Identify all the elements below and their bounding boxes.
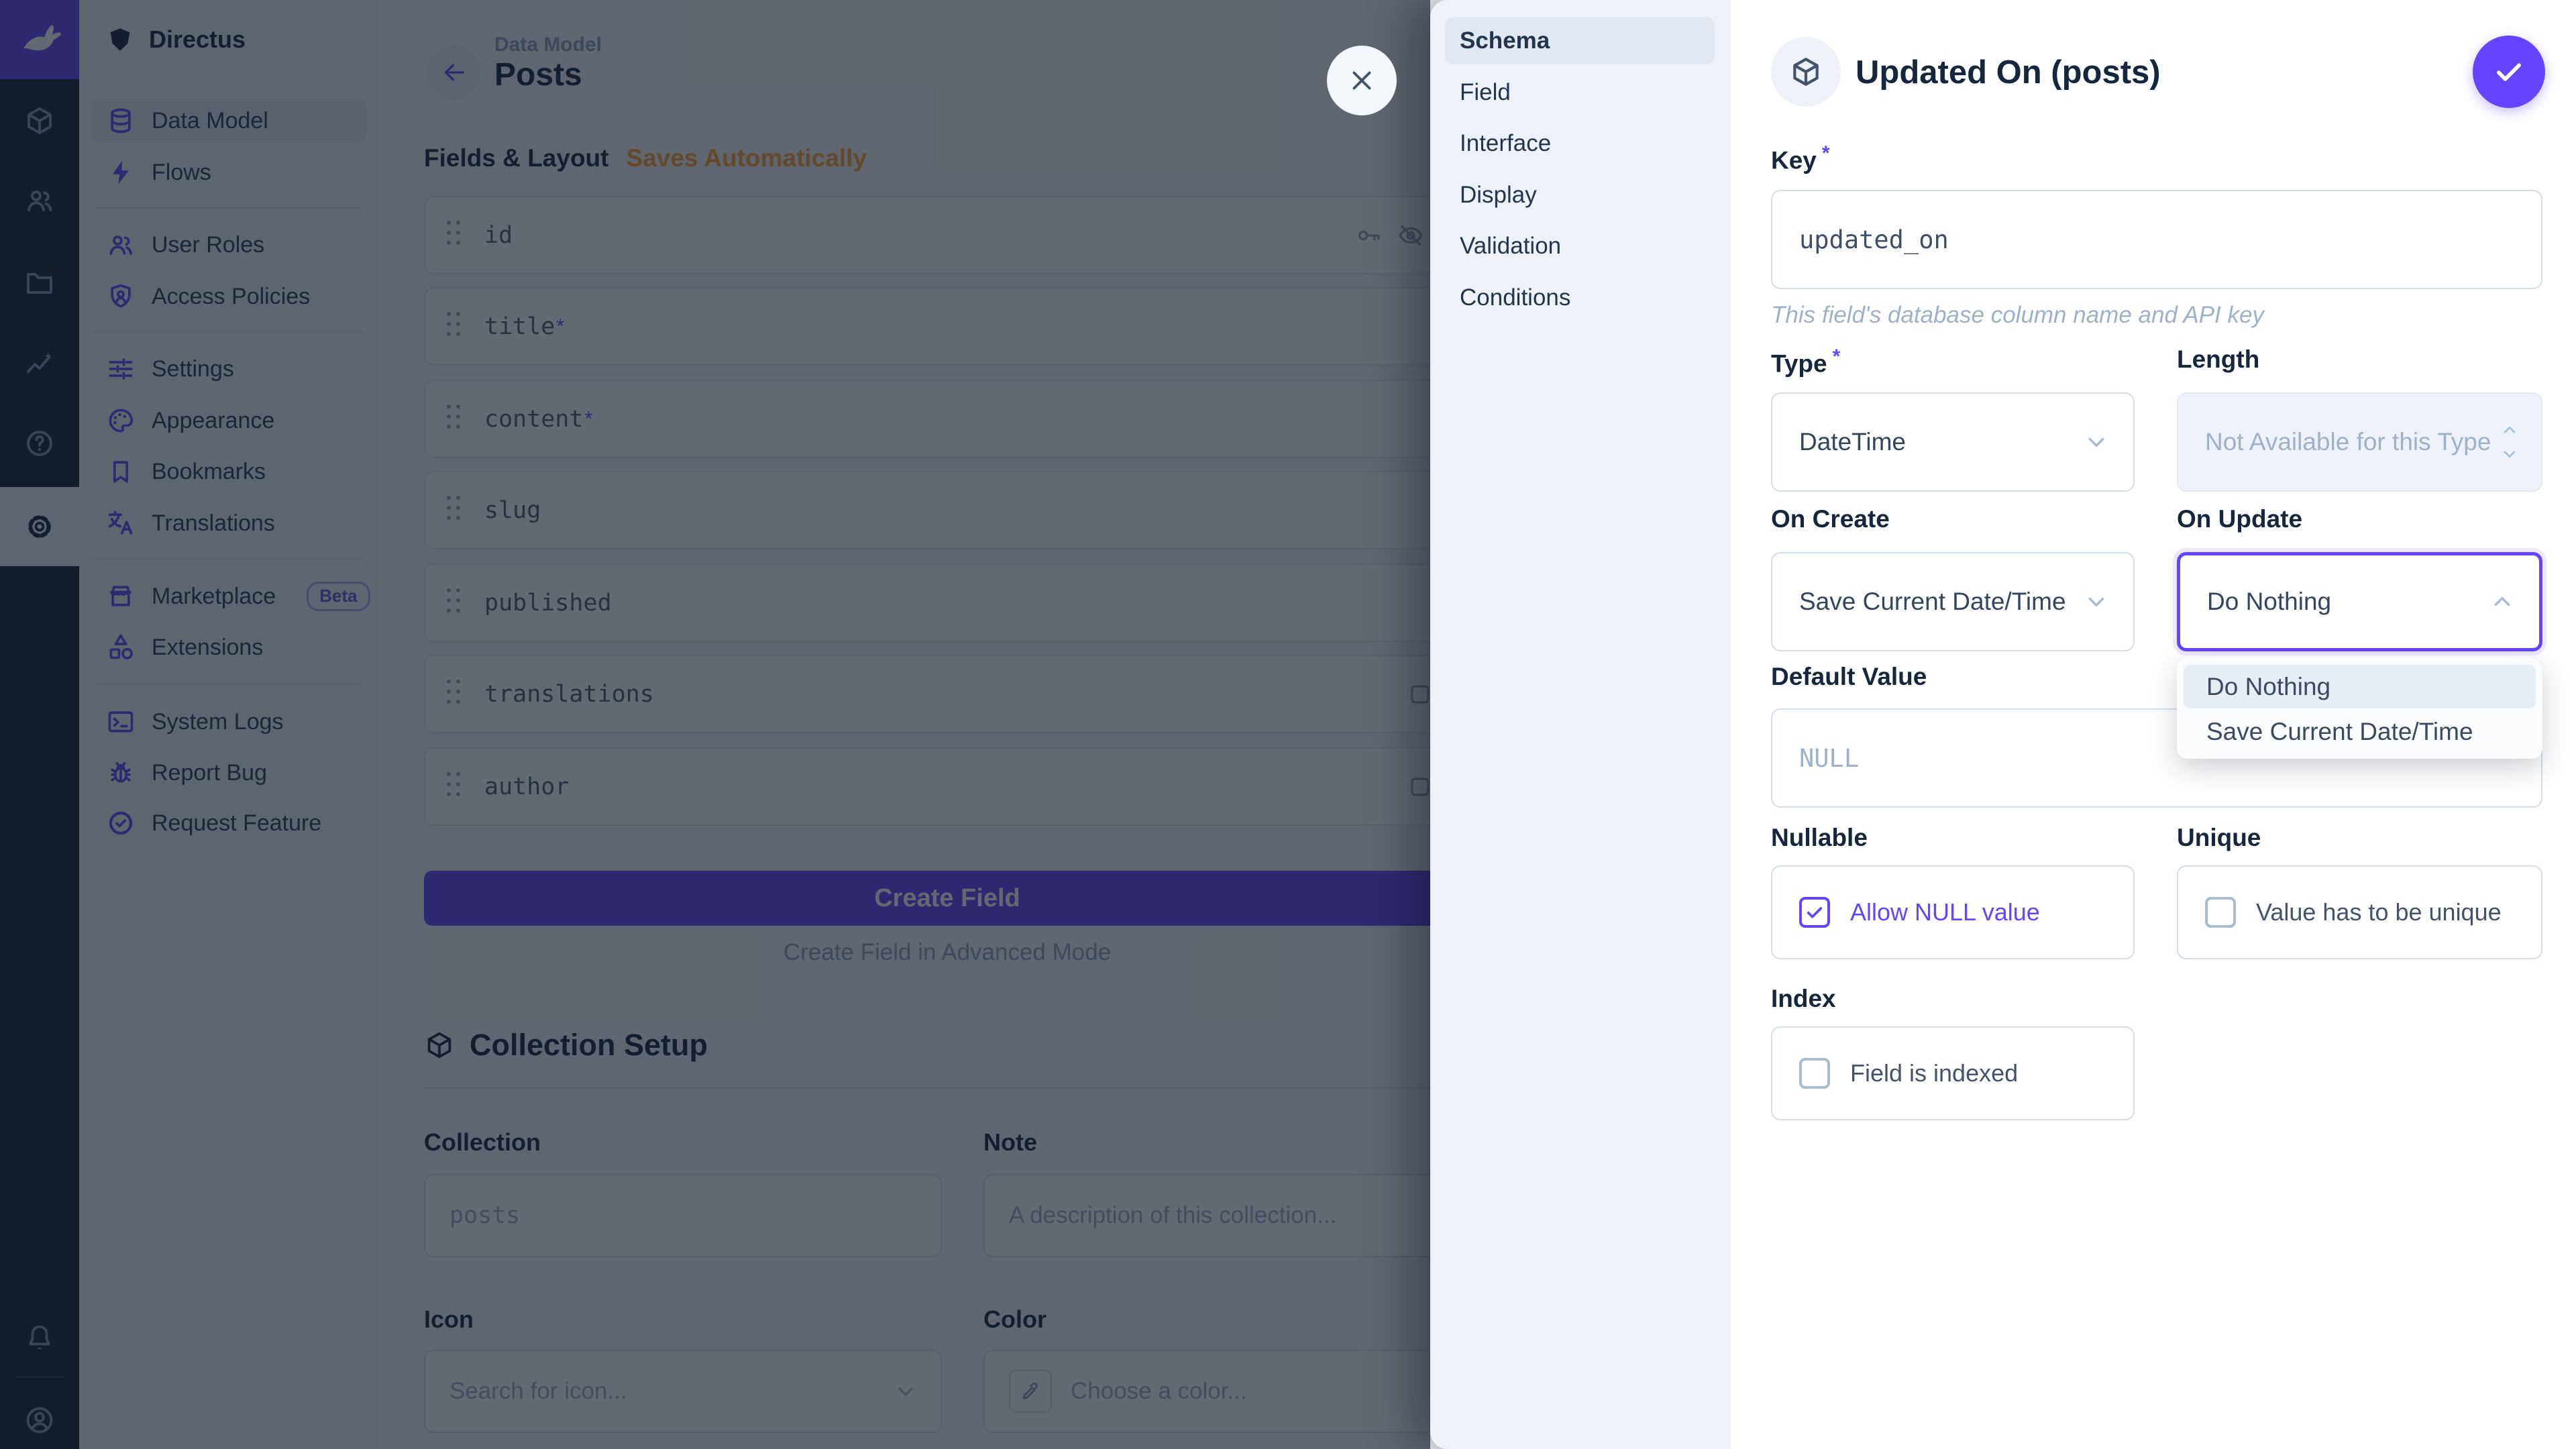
check-icon — [2491, 54, 2526, 89]
index-checkbox-row[interactable]: Field is indexed — [1771, 1026, 2135, 1120]
checkbox-unchecked-icon[interactable] — [1799, 1058, 1830, 1089]
on-update-label: On Update — [2177, 505, 2302, 533]
type-select[interactable]: DateTime — [1771, 392, 2135, 492]
drawer-title: Updated On (posts) — [1856, 54, 2161, 91]
key-label: Key* — [1771, 142, 1830, 174]
tab-interface[interactable]: Interface — [1445, 120, 1715, 167]
index-label: Index — [1771, 985, 1836, 1013]
key-input[interactable] — [1771, 190, 2542, 289]
length-input-field — [2205, 428, 2514, 456]
tab-schema[interactable]: Schema — [1445, 17, 1715, 64]
chevron-down-icon — [2082, 588, 2110, 616]
nullable-label: Nullable — [1771, 824, 1868, 852]
menu-option-save-current[interactable]: Save Current Date/Time — [2184, 710, 2536, 753]
on-create-label: On Create — [1771, 505, 1890, 533]
save-button[interactable] — [2473, 36, 2545, 108]
chevron-down-icon — [2082, 428, 2110, 456]
on-create-select[interactable]: Save Current Date/Time — [1771, 552, 2135, 651]
tab-conditions[interactable]: Conditions — [1445, 274, 1715, 321]
box-icon — [1789, 55, 1823, 89]
key-input-field[interactable] — [1799, 225, 2514, 254]
on-update-dropdown-menu: Do Nothing Save Current Date/Time — [2177, 658, 2542, 759]
menu-option-do-nothing[interactable]: Do Nothing — [2184, 665, 2536, 708]
checkbox-unchecked-icon[interactable] — [2205, 897, 2236, 928]
field-drawer: Schema Field Interface Display Validatio… — [1430, 0, 2576, 1449]
directus-app: Directus Data Model Flows User Roles Acc… — [0, 0, 2576, 1449]
chevron-down-icon[interactable] — [2498, 444, 2521, 464]
length-input — [2177, 392, 2542, 492]
drawer-nav: Schema Field Interface Display Validatio… — [1430, 0, 1731, 1449]
stepper-icons[interactable] — [2498, 420, 2521, 464]
nullable-checkbox-row[interactable]: Allow NULL value — [1771, 865, 2135, 959]
tab-validation[interactable]: Validation — [1445, 223, 1715, 270]
tab-display[interactable]: Display — [1445, 172, 1715, 219]
chevron-up-icon[interactable] — [2498, 420, 2521, 440]
required-marker: * — [1833, 345, 1841, 368]
required-marker: * — [1822, 142, 1830, 164]
unique-checkbox-row[interactable]: Value has to be unique — [2177, 865, 2542, 959]
field-type-icon-button[interactable] — [1771, 37, 1841, 107]
type-label: Type* — [1771, 345, 1840, 378]
unique-label: Unique — [2177, 824, 2261, 852]
default-value-label: Default Value — [1771, 663, 1927, 691]
length-label: Length — [2177, 345, 2259, 374]
key-helper-text: This field's database column name and AP… — [1771, 302, 2264, 329]
drawer-content: Updated On (posts) Key* This field's dat… — [1731, 0, 2576, 1449]
close-drawer-button[interactable] — [1327, 46, 1397, 115]
tab-field[interactable]: Field — [1445, 69, 1715, 116]
close-icon — [1346, 65, 1377, 96]
drawer-overlay[interactable] — [0, 0, 1430, 1449]
chevron-up-icon — [2488, 588, 2516, 616]
on-update-select[interactable]: Do Nothing — [2177, 552, 2542, 651]
checkbox-checked-icon[interactable] — [1799, 897, 1830, 928]
